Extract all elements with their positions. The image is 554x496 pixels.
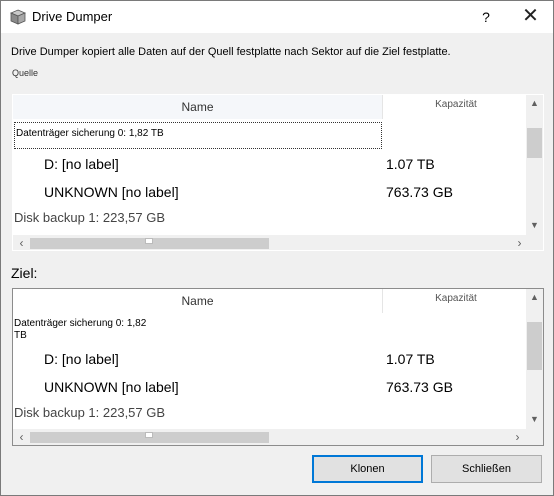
source-group-disk1[interactable]: Disk backup 1: 223,57 GB xyxy=(14,210,165,225)
target-row-d-name[interactable]: D: [no label] xyxy=(44,351,119,367)
source-vertical-scrollbar[interactable]: ▲ ▼ xyxy=(526,95,543,235)
target-row-unknown-capacity: 763.73 GB xyxy=(386,379,453,395)
target-vertical-scrollbar[interactable]: ▲ ▼ xyxy=(526,289,543,429)
title-bar: Drive Dumper ? ✕ xyxy=(1,1,553,33)
target-group-line1: Datenträger sicherung 0: 1,82 xyxy=(14,318,147,329)
target-group-disk1[interactable]: Disk backup 1: 223,57 GB xyxy=(14,405,165,420)
drive-box-icon xyxy=(9,9,27,25)
target-label: Ziel: xyxy=(11,265,38,281)
target-row-unknown-name[interactable]: UNKNOWN [no label] xyxy=(44,379,179,395)
source-horizontal-scrollbar[interactable]: ‹ › xyxy=(13,235,543,250)
help-button[interactable]: ? xyxy=(467,1,505,33)
dialog-window: Drive Dumper ? ✕ Drive Dumper kopiert al… xyxy=(0,0,554,496)
chevron-right-icon[interactable]: › xyxy=(509,429,526,445)
column-header-name[interactable]: Name xyxy=(13,95,383,119)
clone-button[interactable]: Klonen xyxy=(312,455,423,483)
target-group-line2: TB xyxy=(14,330,27,341)
close-window-button[interactable]: ✕ xyxy=(508,1,553,33)
chevron-down-icon[interactable]: ▼ xyxy=(526,411,543,428)
source-label: Quelle xyxy=(12,68,39,78)
source-disk-list[interactable]: Name Kapazität Datenträger sicherung 0: … xyxy=(12,94,544,251)
target-horizontal-scrollbar[interactable]: ‹ › xyxy=(13,429,543,445)
close-icon: ✕ xyxy=(522,5,539,27)
chevron-right-icon[interactable]: › xyxy=(511,235,528,250)
grip-icon xyxy=(145,432,153,438)
window-title: Drive Dumper xyxy=(32,9,113,24)
chevron-up-icon[interactable]: ▲ xyxy=(526,289,543,306)
column-header-name[interactable]: Name xyxy=(13,289,383,313)
source-row-d-capacity: 1.07 TB xyxy=(386,156,435,172)
target-row-d-capacity: 1.07 TB xyxy=(386,351,435,367)
source-row-d-name[interactable]: D: [no label] xyxy=(44,156,119,172)
column-header-capacity[interactable]: Kapazität xyxy=(384,95,528,119)
source-row-unknown-capacity: 763.73 GB xyxy=(386,184,453,200)
target-group-disk0[interactable]: Datenträger sicherung 0: 1,82 TB xyxy=(14,318,146,342)
chevron-down-icon[interactable]: ▼ xyxy=(526,217,543,234)
grip-icon xyxy=(145,238,153,244)
source-vscroll-thumb[interactable] xyxy=(527,128,542,158)
close-button[interactable]: Schließen xyxy=(431,455,542,483)
target-list-header: Name Kapazität xyxy=(13,289,528,313)
target-vscroll-thumb[interactable] xyxy=(527,322,542,370)
source-list-header: Name Kapazität xyxy=(13,95,528,119)
description-text: Drive Dumper kopiert alle Daten auf der … xyxy=(11,46,451,58)
chevron-left-icon[interactable]: ‹ xyxy=(13,235,30,250)
chevron-left-icon[interactable]: ‹ xyxy=(13,429,30,445)
column-header-capacity[interactable]: Kapazität xyxy=(384,289,528,313)
source-group-disk0[interactable]: Datenträger sicherung 0: 1,82 TB xyxy=(14,122,382,149)
target-disk-list[interactable]: Name Kapazität Datenträger sicherung 0: … xyxy=(12,288,544,446)
chevron-up-icon[interactable]: ▲ xyxy=(526,95,543,112)
source-row-unknown-name[interactable]: UNKNOWN [no label] xyxy=(44,184,179,200)
